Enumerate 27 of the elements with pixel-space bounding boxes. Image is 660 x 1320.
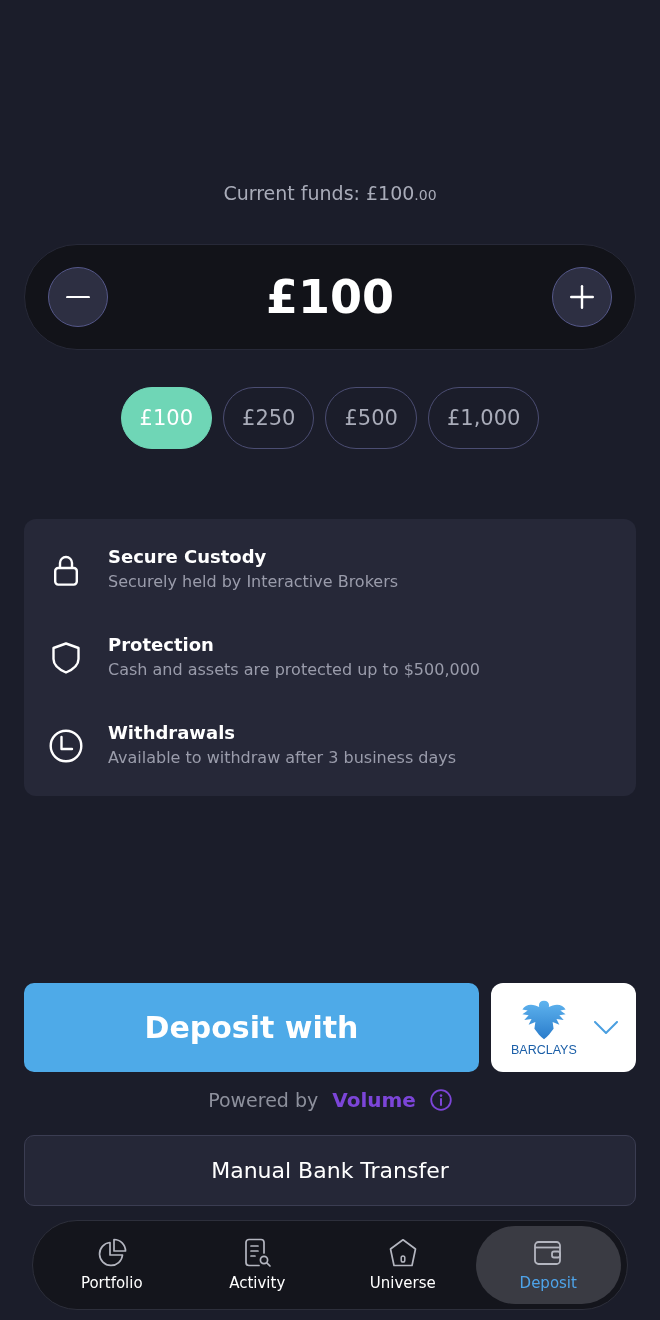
bank-selector[interactable]: BARCLAYS (491, 983, 636, 1072)
clock-icon (49, 728, 83, 763)
nav-tab[interactable]: Deposit (475, 1226, 621, 1304)
feature-description: Available to withdraw after 3 business days (108, 747, 457, 769)
feature-title: Withdrawals (108, 721, 235, 745)
current-funds-text: Current funds: £100.00 (223, 181, 437, 206)
feature-title: Protection (108, 633, 214, 657)
plus-icon (570, 285, 594, 309)
nav-tab[interactable]: Activity (184, 1226, 330, 1304)
nav-tab[interactable]: Portfolio (39, 1226, 185, 1304)
lock-icon (53, 553, 79, 586)
nav-tab[interactable]: Universe (330, 1226, 476, 1304)
house-icon (387, 1238, 418, 1268)
powered-by-text: Powered by (208, 1089, 319, 1111)
pie-chart-icon (96, 1238, 127, 1268)
document-search-icon (242, 1238, 273, 1268)
chevron-down-icon (594, 1021, 618, 1034)
feature-description: Securely held by Interactive Brokers (108, 571, 399, 593)
volume-brand-text: Volume (332, 1088, 416, 1112)
minus-icon (66, 295, 90, 299)
feature-description: Cash and assets are protected up to $500,000 (108, 659, 481, 681)
info-icon[interactable] (429, 1089, 452, 1111)
shield-icon (52, 641, 80, 674)
wallet-icon (533, 1238, 564, 1268)
manual-bank-transfer-button[interactable]: Manual Bank Transfer (24, 1135, 636, 1206)
amount-value: £100 (266, 269, 394, 325)
feature-title: Secure Custody (108, 545, 267, 569)
